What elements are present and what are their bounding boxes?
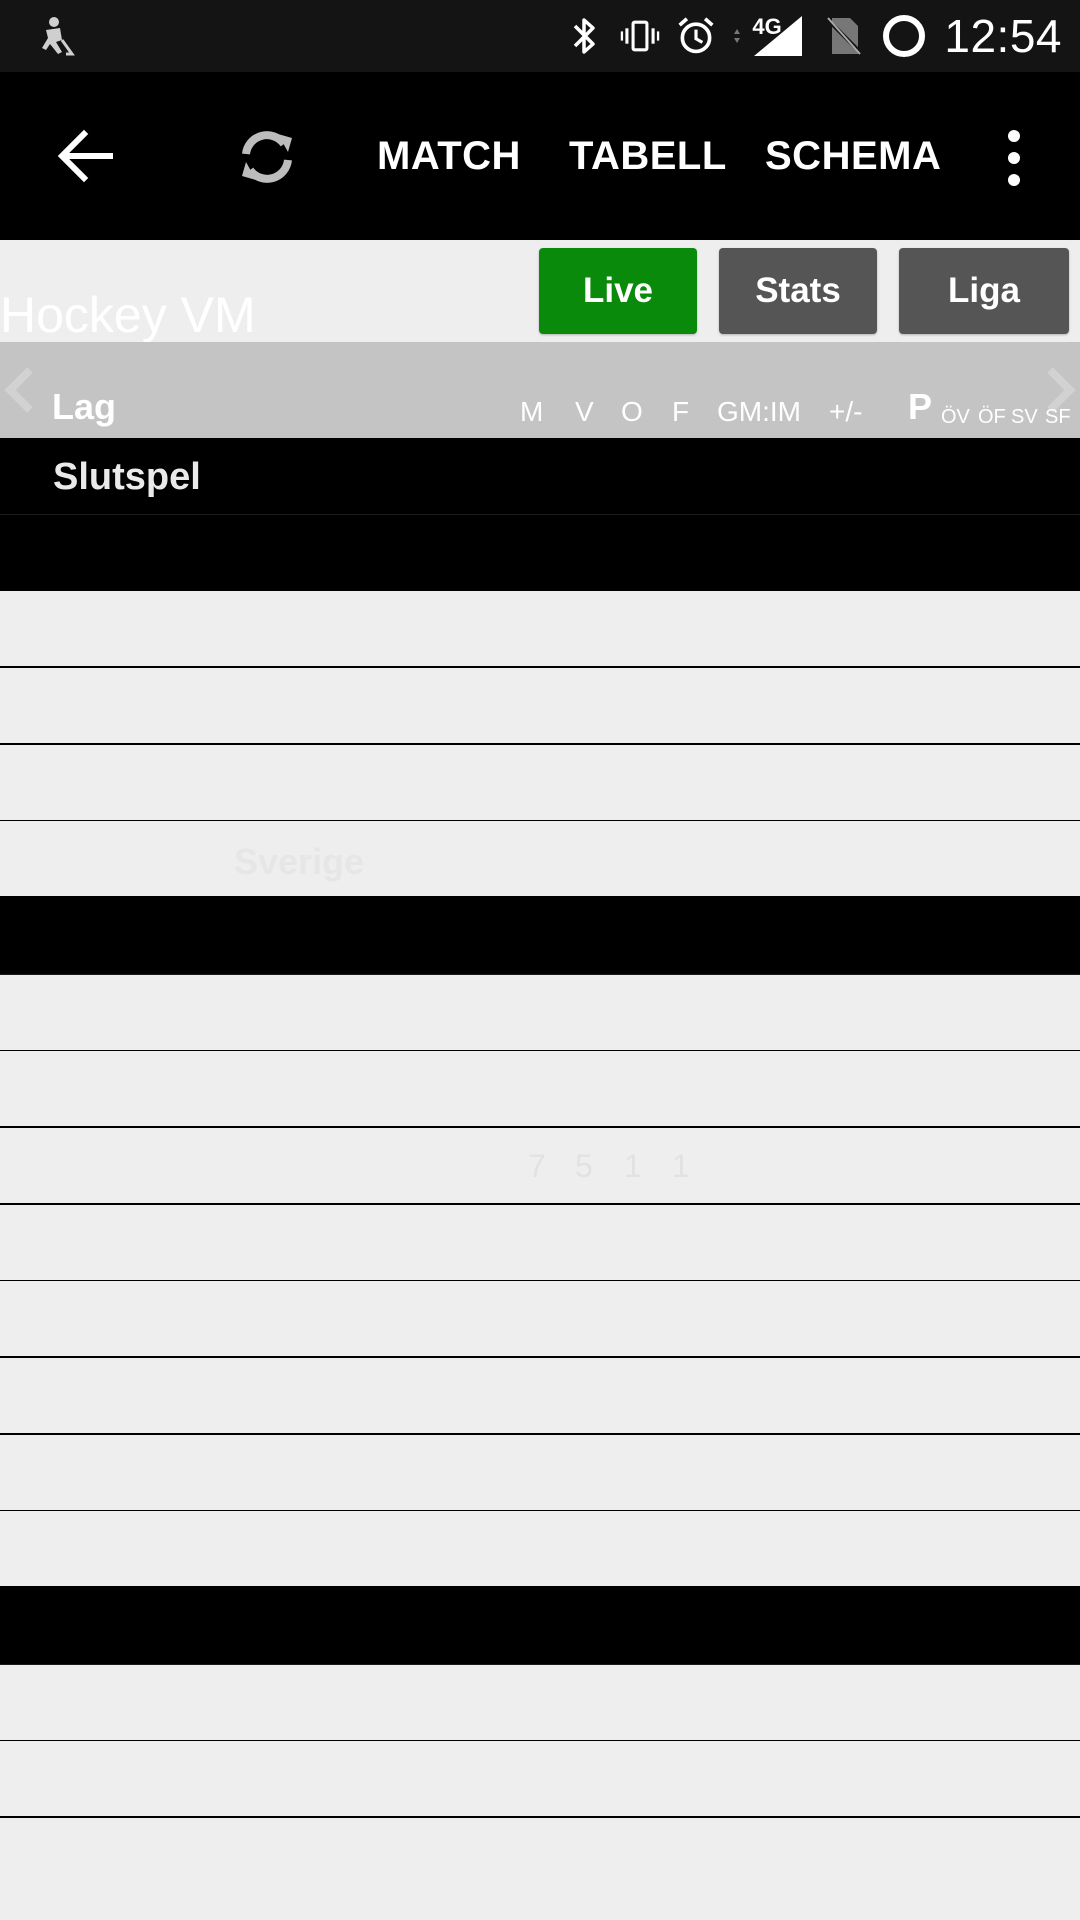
arrow-left-icon[interactable] [52,122,120,190]
table-row[interactable] [0,1435,1080,1512]
league-title: Hockey VM [0,287,256,343]
bluetooth-icon [564,16,604,56]
cell-v: 5 [575,1148,593,1184]
table-row[interactable]: 7 5 1 1 [0,1128,1080,1205]
table-row[interactable] [0,1051,1080,1128]
table-row[interactable] [0,668,1080,745]
table-header: Lag M V O F GM:IM +/- P ÖV ÖF SV SF [0,342,1080,438]
alarm-icon [676,16,716,56]
column-header-sf: SF [1045,406,1071,428]
section-row: Slutspel [0,438,1080,515]
column-header-diff: +/- [829,396,863,427]
hockey-player-icon [32,14,76,58]
column-header-f: F [672,396,690,427]
table-row[interactable] [0,1281,1080,1358]
tab-match[interactable]: MATCH [377,134,521,179]
column-header-o: O [621,396,643,427]
team-name: Sverige [234,841,365,882]
network-label: 4G [752,14,782,39]
live-button[interactable]: Live [539,248,697,334]
column-header-of: ÖF [978,406,1006,428]
cell-m: 7 [528,1148,546,1184]
clock: 12:54 [944,10,1062,62]
column-header-sv: SV [1011,406,1038,428]
league-header: Hockey VM Live Stats Liga [0,240,1080,343]
cell-o: 1 [624,1148,642,1184]
refresh-icon[interactable] [234,124,300,190]
table-row[interactable] [0,1588,1080,1665]
status-bar: 4G 12:54 [0,0,1080,72]
table-row[interactable] [0,591,1080,668]
app-bar: MATCH TABELL SCHEMA [0,72,1080,240]
liga-button[interactable]: Liga [899,248,1069,334]
column-header-points: P [908,386,933,427]
column-header-goals: GM:IM [717,396,801,427]
table-row[interactable] [0,1205,1080,1282]
tab-tabell[interactable]: TABELL [569,134,727,179]
cell-f: 1 [672,1148,690,1184]
column-header-ov: ÖV [941,406,970,428]
stats-button[interactable]: Stats [719,248,877,334]
chevron-left-icon[interactable] [0,364,40,416]
table-row[interactable] [0,515,1080,592]
column-header-v: V [575,396,594,427]
column-header-m: M [520,396,544,427]
more-vert-icon[interactable] [996,128,1032,188]
table-row[interactable] [0,745,1080,822]
table-row[interactable] [0,1358,1080,1435]
signal-4g-icon: 4G [732,14,808,56]
vibrate-icon [620,16,660,56]
table-row[interactable] [0,975,1080,1052]
tab-schema[interactable]: SCHEMA [765,134,941,179]
table-row[interactable]: Sverige [0,821,1080,898]
loading-ring-icon [880,15,928,57]
no-sim-icon [824,16,864,56]
column-header-team: Lag [52,386,117,427]
table-row[interactable] [0,1511,1080,1588]
section-title: Slutspel [53,456,201,498]
table-row[interactable] [0,1741,1080,1818]
table-row[interactable] [0,898,1080,975]
table-row[interactable] [0,1665,1080,1742]
